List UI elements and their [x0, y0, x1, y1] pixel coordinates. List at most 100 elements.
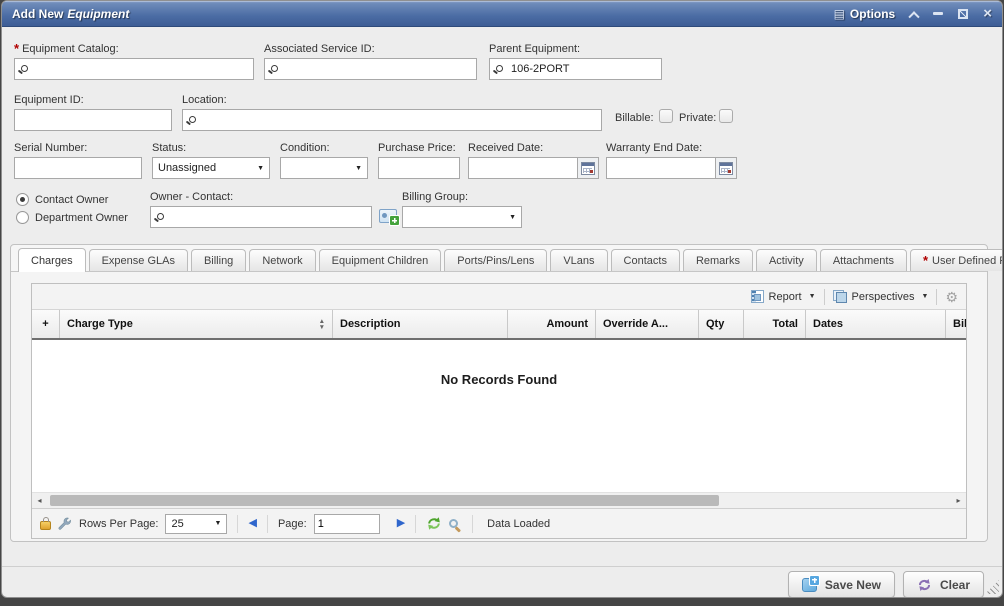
refresh-icon[interactable] — [426, 516, 442, 531]
column-bill[interactable]: Bill — [946, 310, 966, 338]
equipment-catalog-input[interactable] — [34, 62, 249, 76]
billing-group-select[interactable]: ▼ — [402, 206, 522, 228]
owner-contact-lookup — [150, 206, 372, 228]
column-dates[interactable]: Dates — [806, 310, 946, 338]
perspectives-icon — [833, 290, 847, 303]
department-owner-option[interactable]: Department Owner — [16, 211, 128, 224]
popout-icon[interactable] — [958, 9, 968, 19]
location-lookup — [182, 109, 602, 131]
tab-billing[interactable]: Billing — [191, 249, 246, 271]
horizontal-scrollbar[interactable]: ◂ ▸ — [32, 492, 966, 508]
clear-button[interactable]: Clear — [903, 571, 984, 598]
column-description[interactable]: Description — [333, 310, 508, 338]
report-icon — [751, 290, 764, 303]
resize-handle[interactable] — [985, 580, 999, 594]
tab-attachments[interactable]: Attachments — [820, 249, 907, 271]
contact-owner-option[interactable]: Contact Owner — [16, 193, 128, 206]
equipment-id-input[interactable] — [14, 109, 172, 131]
lock-icon[interactable] — [40, 521, 51, 530]
rows-per-page-select[interactable]: 25 ▼ — [165, 514, 227, 534]
search-icon[interactable] — [449, 519, 458, 528]
titlebar[interactable]: Add NewEquipment ▤ Options × — [2, 1, 1002, 27]
report-button[interactable]: Report ▼ — [751, 290, 816, 303]
rows-per-page-label: Rows Per Page: — [79, 518, 158, 530]
field-location: Location: — [182, 94, 602, 131]
calendar-icon — [581, 162, 595, 175]
purchase-price-input[interactable] — [378, 157, 460, 179]
department-owner-label: Department Owner — [35, 212, 128, 224]
collapse-icon[interactable] — [909, 11, 920, 22]
next-page-button[interactable]: ▶ — [397, 518, 405, 529]
tab-remarks[interactable]: Remarks — [683, 249, 753, 271]
billable-checkbox[interactable] — [659, 109, 673, 123]
wrench-icon[interactable] — [58, 517, 72, 531]
tab-vlans[interactable]: VLans — [550, 249, 607, 271]
scrollbar-thumb[interactable] — [50, 495, 719, 506]
scroll-right-icon[interactable]: ▸ — [951, 493, 966, 508]
previous-page-button[interactable]: ◀ — [248, 518, 256, 529]
associated-service-id-label: Associated Service ID: — [264, 43, 477, 55]
required-asterisk-icon: * — [14, 45, 19, 53]
column-charge-type[interactable]: Charge Type ▲▼ — [60, 310, 333, 338]
page-label: Page: — [278, 518, 307, 530]
perspectives-button[interactable]: Perspectives ▼ — [833, 290, 929, 303]
chevron-down-icon: ▼ — [257, 165, 264, 172]
options-button[interactable]: ▤ Options — [834, 7, 896, 21]
condition-label: Condition: — [280, 142, 368, 154]
field-received-date: Received Date: — [468, 142, 599, 179]
field-owner-contact: Owner - Contact: — [150, 191, 372, 228]
tab-ports-pins-lens[interactable]: Ports/Pins/Lens — [444, 249, 547, 271]
pager-divider — [237, 515, 238, 533]
parent-equipment-input[interactable] — [509, 62, 657, 76]
private-label: Private: — [679, 112, 716, 124]
calendar-button[interactable] — [716, 157, 737, 179]
scrollbar-track[interactable] — [47, 493, 951, 508]
close-icon[interactable]: × — [983, 6, 992, 21]
department-owner-radio[interactable] — [16, 211, 29, 224]
associated-service-id-input[interactable] — [284, 62, 472, 76]
tab-expense-glas[interactable]: Expense GLAs — [89, 249, 188, 271]
tab-contacts[interactable]: Contacts — [611, 249, 680, 271]
field-condition: Condition: ▼ — [280, 142, 368, 179]
location-input[interactable] — [202, 113, 597, 127]
tab-equipment-children[interactable]: Equipment Children — [319, 249, 442, 271]
tab-activity[interactable]: Activity — [756, 249, 817, 271]
contact-owner-radio[interactable] — [16, 193, 29, 206]
received-date-input[interactable] — [468, 157, 578, 179]
save-icon — [802, 578, 817, 592]
warranty-end-date-input[interactable] — [606, 157, 716, 179]
owner-contact-input[interactable] — [170, 210, 367, 224]
add-new-equipment-window: Add NewEquipment ▤ Options × * Equipment… — [1, 0, 1003, 598]
column-override-amount[interactable]: Override A... — [596, 310, 699, 338]
status-select[interactable]: Unassigned ▼ — [152, 157, 270, 179]
field-equipment-id: Equipment ID: — [14, 94, 172, 131]
equipment-catalog-lookup — [14, 58, 254, 80]
private-checkbox[interactable] — [719, 109, 733, 123]
page-input[interactable] — [314, 514, 380, 534]
clear-refresh-icon — [917, 578, 932, 592]
owner-contact-label: Owner - Contact: — [150, 191, 372, 203]
field-associated-service-id: Associated Service ID: — [264, 43, 477, 80]
column-expand-all[interactable]: + — [32, 310, 60, 338]
save-new-button[interactable]: Save New — [788, 571, 895, 598]
column-amount[interactable]: Amount — [508, 310, 596, 338]
scroll-left-icon[interactable]: ◂ — [32, 493, 47, 508]
serial-number-input[interactable] — [14, 157, 142, 179]
add-contact-icon[interactable] — [379, 209, 397, 223]
equipment-id-label: Equipment ID: — [14, 94, 172, 106]
pager-divider — [267, 515, 268, 533]
condition-select[interactable]: ▼ — [280, 157, 368, 179]
sort-icon[interactable]: ▲▼ — [313, 319, 325, 330]
calendar-button[interactable] — [578, 157, 599, 179]
column-qty[interactable]: Qty — [699, 310, 744, 338]
column-total[interactable]: Total — [744, 310, 806, 338]
gear-icon[interactable]: ⚙ — [945, 290, 958, 304]
tab-network[interactable]: Network — [249, 249, 315, 271]
field-warranty-end-date: Warranty End Date: — [606, 142, 737, 179]
field-status: Status: Unassigned ▼ — [152, 142, 270, 179]
tab-user-defined-fields[interactable]: * User Defined Fields — [910, 249, 1003, 271]
footer-buttons: Save New Clear — [788, 571, 984, 598]
minimize-icon[interactable] — [933, 12, 943, 15]
chevron-down-icon: ▼ — [355, 165, 362, 172]
tab-charges[interactable]: Charges — [18, 248, 86, 272]
